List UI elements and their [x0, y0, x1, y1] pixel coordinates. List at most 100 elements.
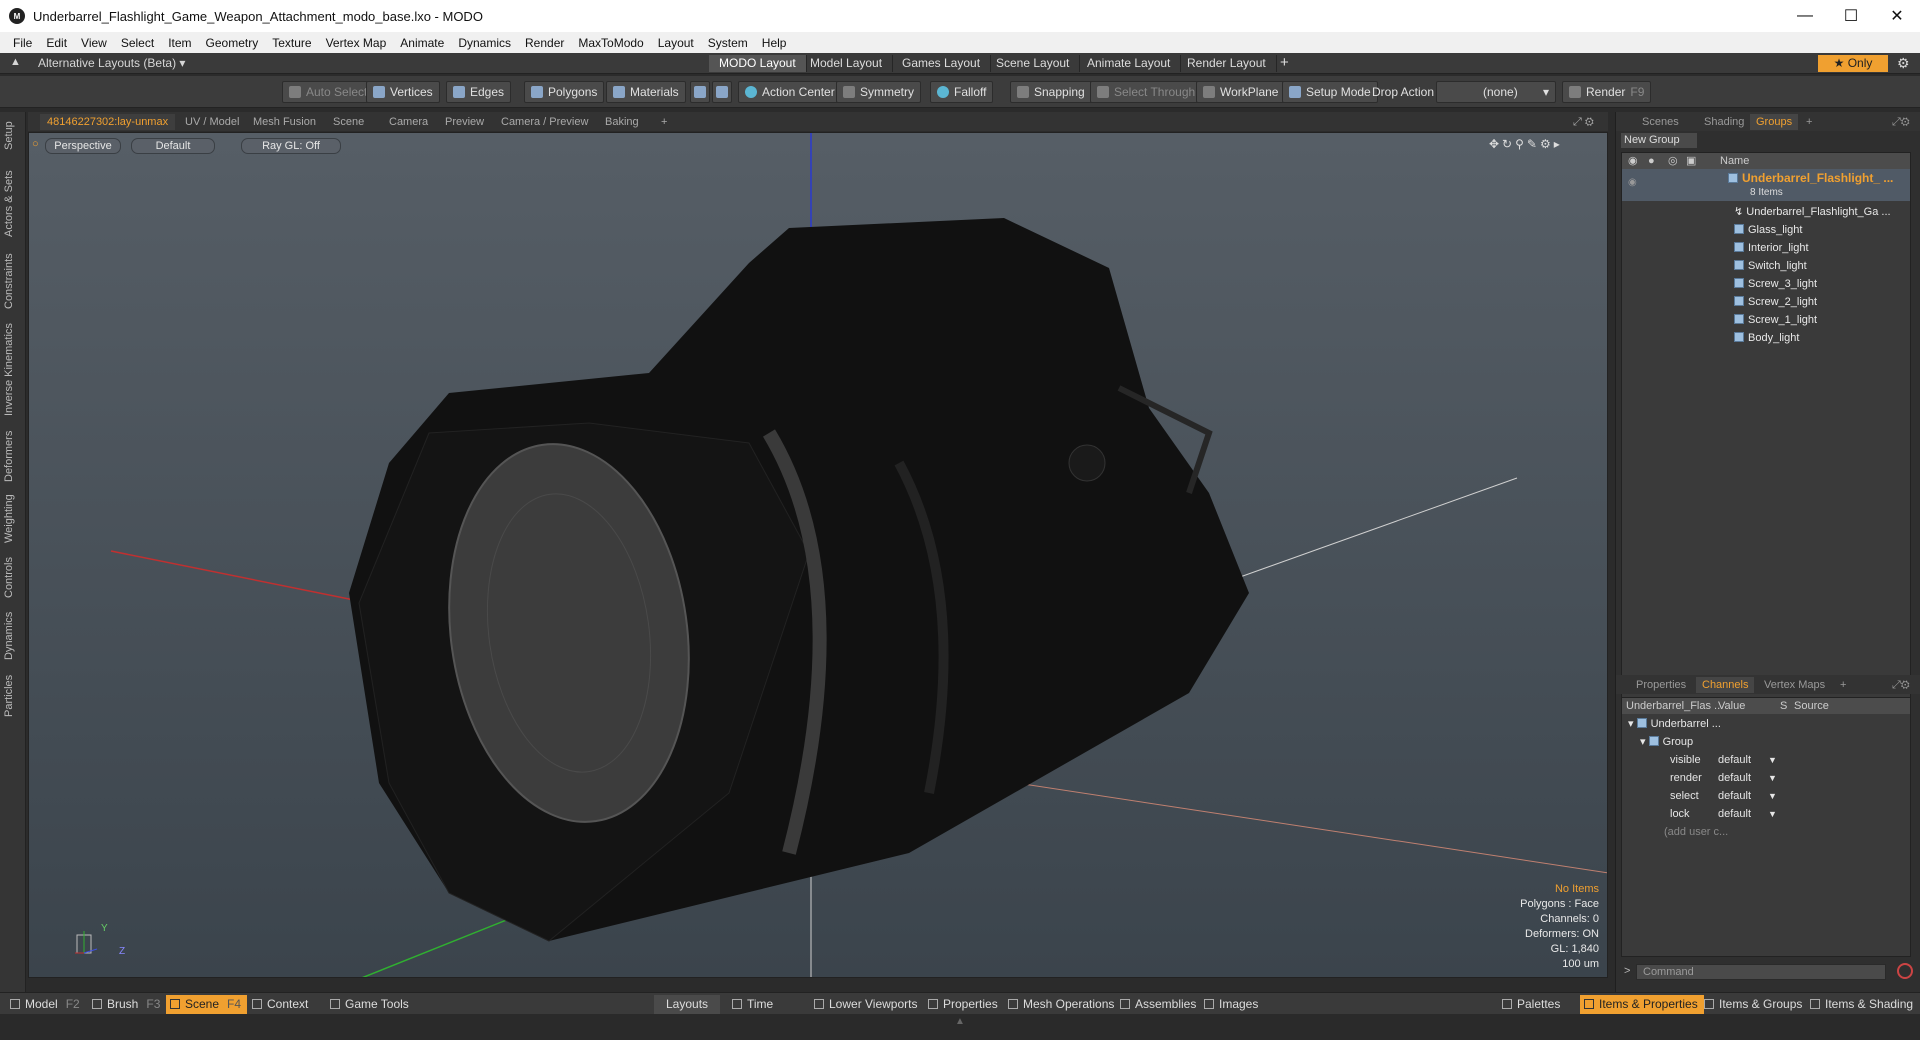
- menu-vertex-map[interactable]: Vertex Map: [319, 36, 394, 50]
- list-item[interactable]: Glass_light: [1622, 221, 1912, 239]
- game-tools-tab[interactable]: Game Tools: [326, 995, 415, 1014]
- left-tab-controls[interactable]: Controls: [3, 554, 21, 602]
- menu-render[interactable]: Render: [518, 36, 571, 50]
- scene-tab[interactable]: Scene F4: [166, 995, 248, 1014]
- model-tab[interactable]: Model F2: [6, 995, 86, 1014]
- transform-icon-b[interactable]: [712, 81, 732, 103]
- left-tab-deformers[interactable]: Deformers: [3, 428, 21, 484]
- items-properties-button[interactable]: Items & Properties: [1580, 995, 1704, 1014]
- tab-scenes[interactable]: Scenes: [1636, 114, 1685, 130]
- assemblies-button[interactable]: Assemblies: [1116, 995, 1202, 1014]
- minimize-button[interactable]: —: [1782, 0, 1828, 32]
- channel-value[interactable]: default: [1718, 769, 1751, 787]
- vtab-uv-model[interactable]: UV / Model: [178, 114, 246, 130]
- command-input[interactable]: Command: [1636, 964, 1886, 980]
- menu-layout[interactable]: Layout: [651, 36, 701, 50]
- menu-view[interactable]: View: [74, 36, 114, 50]
- items-shading-button[interactable]: Items & Shading: [1806, 995, 1919, 1014]
- add-panel-tab-icon-2[interactable]: +: [1834, 677, 1852, 693]
- group-eye-icon[interactable]: ◉: [1628, 177, 1637, 188]
- lower-viewports-button[interactable]: Lower Viewports: [810, 995, 924, 1014]
- tab-modo-layout[interactable]: MODO Layout: [709, 55, 807, 72]
- menu-help[interactable]: Help: [755, 36, 794, 50]
- collapse-arrow-icon[interactable]: ▲: [10, 56, 21, 68]
- menu-file[interactable]: File: [6, 36, 39, 50]
- left-tab-constraints[interactable]: Constraints: [3, 250, 21, 312]
- falloff-button[interactable]: Falloff: [930, 81, 994, 103]
- viewport-menu-icon[interactable]: ○: [32, 138, 39, 150]
- 3d-viewport[interactable]: Perspective Default Ray GL: Off ○ ✥↻⚲✎⚙▸…: [28, 132, 1608, 978]
- add-user-channel-row[interactable]: (add user c...: [1622, 823, 1912, 841]
- channel-row[interactable]: visible default ▼: [1622, 751, 1912, 769]
- snapping-button[interactable]: Snapping: [1010, 81, 1092, 103]
- left-tab-particles[interactable]: Particles: [3, 670, 21, 722]
- channel-row[interactable]: select default ▼: [1622, 787, 1912, 805]
- auto-select-button[interactable]: Auto Select: [282, 81, 375, 103]
- tab-games-layout[interactable]: Games Layout: [892, 55, 992, 72]
- palettes-button[interactable]: Palettes: [1498, 995, 1566, 1014]
- record-icon[interactable]: [1897, 963, 1913, 979]
- action-center-button[interactable]: Action Center: [738, 81, 842, 103]
- menu-item[interactable]: Item: [161, 36, 198, 50]
- chevron-down-icon[interactable]: ▼: [1768, 769, 1777, 787]
- list-item[interactable]: Interior_light: [1622, 239, 1912, 257]
- layout-selector[interactable]: Alternative Layouts (Beta) ▾: [38, 56, 185, 70]
- workplane-button[interactable]: WorkPlane: [1196, 81, 1286, 103]
- polygons-button[interactable]: Polygons: [524, 81, 605, 103]
- select-through-button[interactable]: Select Through: [1090, 81, 1203, 103]
- list-item[interactable]: Screw_2_light: [1622, 293, 1912, 311]
- tab-vertex-maps[interactable]: Vertex Maps: [1758, 677, 1831, 693]
- tab-render-layout[interactable]: Render Layout: [1177, 55, 1277, 72]
- images-button[interactable]: Images: [1200, 995, 1264, 1014]
- channel-group-row[interactable]: ▾ Group: [1622, 733, 1912, 751]
- vertices-button[interactable]: Vertices: [366, 81, 440, 103]
- left-tab-weighting[interactable]: Weighting: [3, 490, 21, 548]
- drop-action-select[interactable]: (none) ▾: [1436, 81, 1556, 103]
- new-group-button[interactable]: New Group: [1621, 133, 1697, 148]
- channel-row[interactable]: lock default ▼: [1622, 805, 1912, 823]
- edges-button[interactable]: Edges: [446, 81, 512, 103]
- left-tab-setup[interactable]: Setup: [3, 116, 21, 156]
- vtab-camera[interactable]: Camera: [382, 114, 435, 130]
- grip-icon[interactable]: ▲: [955, 1016, 965, 1027]
- mesh-operations-button[interactable]: Mesh Operations: [1004, 995, 1120, 1014]
- items-groups-button[interactable]: Items & Groups: [1700, 995, 1808, 1014]
- left-tab-actors[interactable]: Actors & Sets: [3, 164, 21, 244]
- tab-model-layout[interactable]: Model Layout: [800, 55, 894, 72]
- panel-options-icon[interactable]: ⤢⚙: [1886, 114, 1916, 130]
- menu-dynamics[interactable]: Dynamics: [451, 36, 518, 50]
- layouts-button[interactable]: Layouts: [654, 995, 721, 1014]
- gear-icon[interactable]: ⚙: [1897, 55, 1910, 72]
- view-nav-icons[interactable]: ✥↻⚲✎⚙▸: [1489, 137, 1563, 151]
- menu-edit[interactable]: Edit: [39, 36, 74, 50]
- tab-scene-layout[interactable]: Scene Layout: [986, 55, 1081, 72]
- brush-tab[interactable]: Brush F3: [88, 995, 166, 1014]
- vtab-preview[interactable]: Preview: [438, 114, 491, 130]
- list-item[interactable]: Body_light: [1622, 329, 1912, 347]
- tab-animate-layout[interactable]: Animate Layout: [1077, 55, 1182, 72]
- channel-item-row[interactable]: ▾ Underbarrel ...: [1622, 715, 1912, 733]
- add-tab-icon[interactable]: +: [654, 114, 674, 130]
- perspective-button[interactable]: Perspective: [45, 138, 121, 154]
- add-layout-icon[interactable]: +: [1280, 54, 1289, 71]
- channel-value[interactable]: default: [1718, 787, 1751, 805]
- menu-texture[interactable]: Texture: [265, 36, 318, 50]
- close-button[interactable]: ✕: [1874, 0, 1920, 32]
- list-item[interactable]: Screw_1_light: [1622, 311, 1912, 329]
- menu-geometry[interactable]: Geometry: [199, 36, 266, 50]
- vtab-camera-preview[interactable]: Camera / Preview: [494, 114, 595, 130]
- properties-button[interactable]: Properties: [924, 995, 1004, 1014]
- context-tab[interactable]: Context: [248, 995, 314, 1014]
- tab-channels[interactable]: Channels: [1696, 677, 1755, 693]
- tab-shading[interactable]: Shading: [1698, 114, 1750, 130]
- vtab-lay-unmax[interactable]: 48146227302:lay-unmax: [40, 114, 176, 130]
- channel-value[interactable]: default: [1718, 805, 1751, 823]
- panel-options-icon-2[interactable]: ⤢⚙: [1886, 677, 1916, 693]
- setup-mode-button[interactable]: Setup Mode: [1282, 81, 1378, 103]
- tab-groups[interactable]: Groups: [1750, 114, 1799, 130]
- channel-value[interactable]: default: [1718, 751, 1751, 769]
- shading-default-button[interactable]: Default: [131, 138, 215, 154]
- chevron-down-icon[interactable]: ▼: [1768, 805, 1777, 823]
- vtab-mesh-fusion[interactable]: Mesh Fusion: [246, 114, 323, 130]
- maximize-viewport-icon[interactable]: ⤢ ⚙: [1566, 114, 1601, 130]
